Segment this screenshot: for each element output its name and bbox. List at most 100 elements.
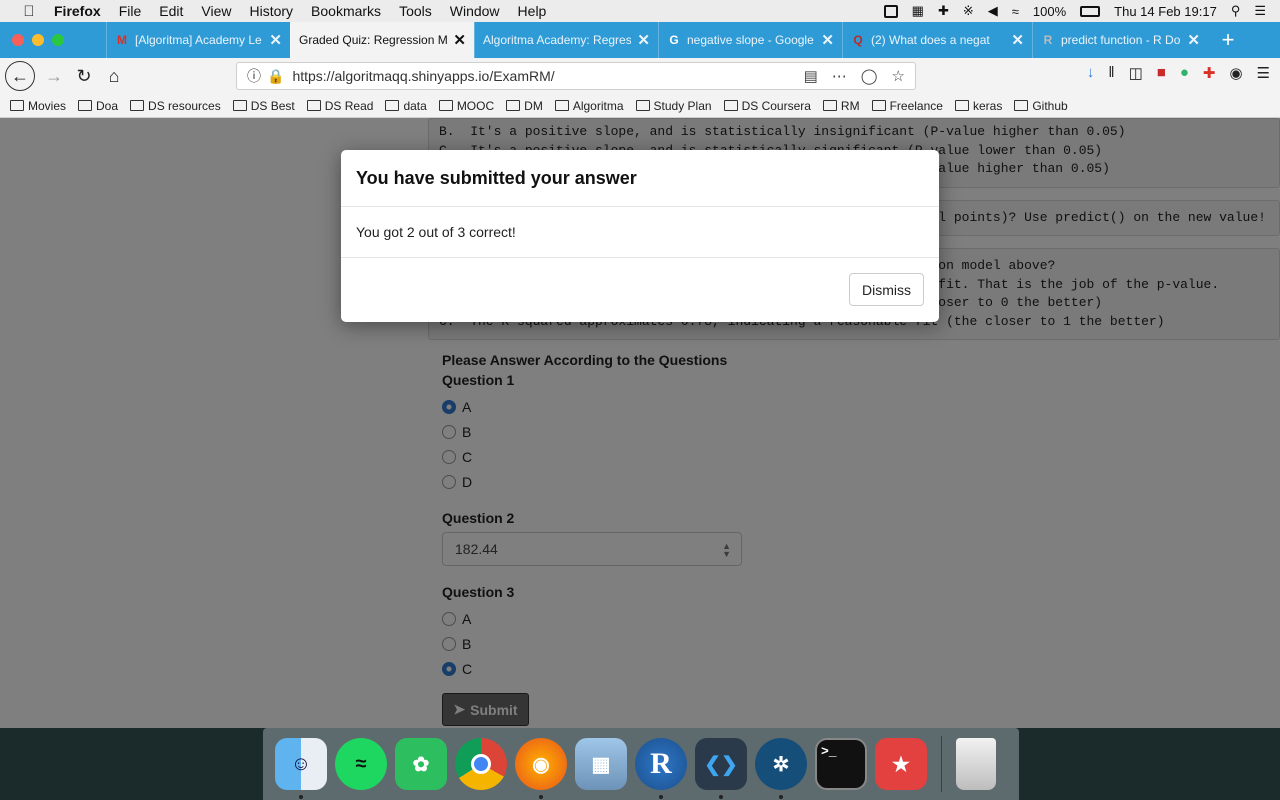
vscode-icon[interactable]: ❮❯ [695,738,747,799]
bookmark-folder[interactable]: Freelance [871,99,943,113]
dismiss-button[interactable]: Dismiss [849,273,924,306]
library-icon[interactable]: ‖ [1108,64,1114,82]
bookmark-label: DS Best [250,98,295,113]
menu-tools[interactable]: Tools [399,3,432,19]
reload-icon[interactable]: ↻ [69,61,99,91]
chrome-icon[interactable] [455,738,507,790]
close-tab-icon[interactable]: ✕ [1187,31,1200,49]
bookmark-folder[interactable]: DM [506,99,543,113]
folder-icon [385,100,400,111]
bookmark-folder[interactable]: DS Coursera [723,99,811,113]
trash-icon[interactable] [956,738,996,790]
back-arrow-icon[interactable]: ← [5,61,35,91]
firefox-icon[interactable]: ◉ [515,738,567,799]
home-icon[interactable]: ⌂ [99,61,129,91]
grid-status-icon[interactable]: ▦ [912,3,924,19]
sourcetree-icon[interactable]: ✲ [755,738,807,799]
menu-file[interactable]: File [119,3,142,19]
folder-icon [78,100,93,111]
bluetooth-icon[interactable]: ※ [963,3,974,19]
download-icon[interactable]: ↓ [1087,64,1095,82]
menu-firefox[interactable]: Firefox [54,3,101,19]
pocket-icon[interactable]: ◯ [861,67,878,85]
bookmark-folder[interactable]: Study Plan [635,99,712,113]
extension-badge-icon[interactable]: ■ [1157,64,1166,82]
evernote-extension-icon[interactable]: ◉ [1229,64,1242,82]
tab-gmail[interactable]: M [Algoritma] Academy Le ✕ [106,22,290,58]
wifi-icon[interactable]: ≈ [1012,4,1019,19]
spotify-icon[interactable]: ≈ [335,738,387,790]
bookmark-label: RM [840,98,860,113]
finder-icon[interactable]: ☺ [275,738,327,799]
battery-percent[interactable]: 100% [1033,4,1066,19]
running-indicator [659,795,663,799]
new-tab-icon[interactable]: + [1208,22,1248,58]
tab-google-search[interactable]: G negative slope - Google ✕ [658,22,842,58]
running-indicator [299,795,303,799]
r-app-icon[interactable]: R [635,738,687,799]
reader-view-icon[interactable]: ▤ [804,67,818,85]
sidebar-icon[interactable]: ◫ [1129,64,1143,82]
terminal-icon[interactable]: >_ [815,738,867,790]
google-icon: G [669,33,679,47]
grammarly-icon[interactable]: ● [1180,64,1189,82]
plus-status-icon[interactable]: ✚ [938,3,949,19]
close-tab-icon[interactable]: ✕ [269,31,282,49]
battery-icon[interactable] [1080,5,1101,17]
menu-help[interactable]: Help [518,3,547,19]
bookmark-label: Doa [96,98,119,113]
wunderlist-icon[interactable]: ★ [875,738,927,790]
clock[interactable]: Thu 14 Feb 19:17 [1114,4,1217,19]
hamburger-menu-icon[interactable]: ☰ [1257,64,1270,82]
bookmark-folder[interactable]: MOOC [438,99,494,113]
bookmark-folder[interactable]: Movies [10,99,66,113]
lock-icon: 🔒 [267,67,285,84]
folder-icon [438,100,453,111]
url-bar[interactable]: ⓘ 🔒 https://algoritmaqq.shinyapps.io/Exa… [236,62,916,90]
menu-edit[interactable]: Edit [159,3,183,19]
tab-quora[interactable]: Q (2) What does a negat ✕ [842,22,1032,58]
bookmark-folder[interactable]: Doa [78,99,118,113]
menu-history[interactable]: History [249,3,293,19]
close-window-icon[interactable] [12,34,24,46]
bookmark-star-icon[interactable]: ☆ [892,67,905,85]
bookmark-folder[interactable]: DS resources [130,99,221,113]
close-tab-icon[interactable]: ✕ [637,31,650,49]
close-tab-icon[interactable]: ✕ [1011,31,1024,49]
menu-bookmarks[interactable]: Bookmarks [311,3,381,19]
close-tab-icon[interactable]: ✕ [821,31,834,49]
page-actions-icon[interactable]: ⋯ [832,67,847,85]
close-tab-icon[interactable]: ✕ [453,31,466,49]
bookmark-folder[interactable]: RM [822,98,860,113]
folder-icon [506,100,521,111]
tab-title: [Algoritma] Academy Le [135,33,262,47]
spotlight-icon[interactable]: ⚲ [1231,3,1241,19]
preview-icon[interactable]: ▦ [575,738,627,790]
bookmark-folder[interactable]: DS Read [306,99,373,113]
tab-graded-quiz[interactable]: Graded Quiz: Regression M ✕ [290,22,474,58]
bookmark-folder[interactable]: Algoritma [554,99,624,113]
macos-menubar:  Firefox File Edit View History Bookmar… [0,0,1280,22]
status-app-icon[interactable] [883,4,898,18]
url-text[interactable]: https://algoritmaqq.shinyapps.io/ExamRM/ [292,68,554,84]
minimize-window-icon[interactable] [32,34,44,46]
forward-arrow-icon[interactable]: → [39,61,69,91]
evernote-icon[interactable]: ✿ [395,738,447,790]
plus-extension-icon[interactable]: ✚ [1203,64,1216,82]
bookmark-folder[interactable]: data [385,99,427,113]
menu-view[interactable]: View [201,3,231,19]
tab-algoritma-regression[interactable]: Algoritma Academy: Regres ✕ [474,22,658,58]
modal-body-text: You got 2 out of 3 correct! [341,207,939,258]
bookmark-folder[interactable]: DS Best [232,98,295,113]
tab-r-docs[interactable]: R predict function - R Do ✕ [1032,22,1208,58]
bookmark-folder[interactable]: Github [1014,99,1068,113]
info-icon[interactable]: ⓘ [247,66,261,86]
menu-window[interactable]: Window [450,3,500,19]
bookmark-folder[interactable]: keras [954,99,1002,113]
apple-menu-icon[interactable]:  [18,3,40,20]
volume-icon[interactable]: ◀ [988,3,998,19]
modal-title: You have submitted your answer [341,150,939,207]
tab-title: Graded Quiz: Regression M [299,33,448,47]
notification-center-icon[interactable]: ☰ [1254,3,1266,19]
zoom-window-icon[interactable] [52,34,64,46]
